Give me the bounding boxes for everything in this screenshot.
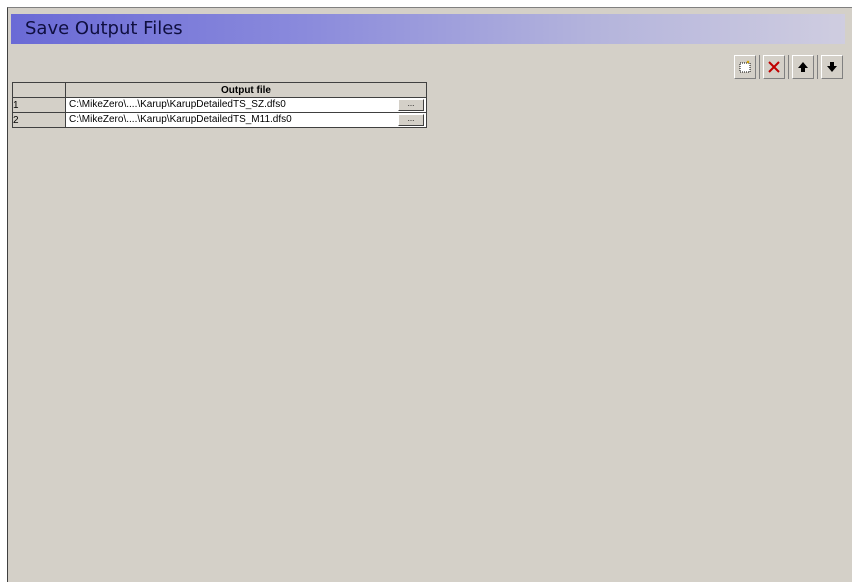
row-index[interactable]: 2	[12, 112, 66, 128]
table-row: 2 C:\MikeZero\....\Karup\KarupDetailedTS…	[12, 112, 427, 128]
toolbar-separator	[817, 55, 818, 79]
new-row-button[interactable]	[734, 55, 756, 79]
output-file-cell[interactable]: C:\MikeZero\....\Karup\KarupDetailedTS_M…	[65, 112, 427, 128]
output-file-path[interactable]: C:\MikeZero\....\Karup\KarupDetailedTS_M…	[66, 113, 426, 127]
browse-button[interactable]: ...	[398, 114, 424, 126]
toolbar-separator	[759, 55, 760, 79]
page-title: Save Output Files	[25, 18, 183, 39]
move-up-icon	[798, 62, 808, 72]
output-file-path[interactable]: C:\MikeZero\....\Karup\KarupDetailedTS_S…	[66, 98, 426, 112]
section-header: Save Output Files	[11, 14, 845, 44]
move-down-button[interactable]	[821, 55, 843, 79]
delete-row-button[interactable]	[763, 55, 785, 79]
toolbar	[734, 55, 843, 81]
new-row-icon	[739, 60, 751, 73]
column-header-output-file[interactable]: Output file	[65, 82, 427, 98]
table-row: 1 C:\MikeZero\....\Karup\KarupDetailedTS…	[12, 97, 427, 113]
delete-icon	[768, 61, 780, 73]
toolbar-separator	[788, 55, 789, 79]
row-index[interactable]: 1	[12, 97, 66, 113]
output-file-cell[interactable]: C:\MikeZero\....\Karup\KarupDetailedTS_S…	[65, 97, 427, 113]
move-up-button[interactable]	[792, 55, 814, 79]
output-files-table: Output file 1 C:\MikeZero\....\Karup\Kar…	[12, 82, 427, 128]
table-corner	[12, 82, 66, 98]
move-down-icon	[827, 62, 837, 72]
browse-button[interactable]: ...	[398, 99, 424, 111]
